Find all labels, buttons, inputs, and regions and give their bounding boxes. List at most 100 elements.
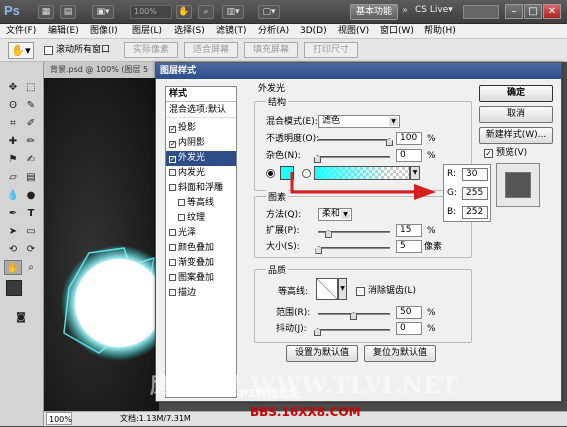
lasso-tool-icon[interactable]: ʘ (4, 98, 22, 113)
menu-view[interactable]: 视图(V) (338, 25, 369, 38)
print-size-button[interactable]: 打印尺寸 (304, 42, 358, 58)
menu-analysis[interactable]: 分析(A) (258, 25, 289, 38)
workspace-button[interactable]: 基本功能 (350, 4, 398, 20)
menu-file[interactable]: 文件(F) (6, 25, 36, 38)
menu-window[interactable]: 窗口(W) (380, 25, 414, 38)
zoom-level-select[interactable]: 100% (130, 5, 172, 19)
pen-tool-icon[interactable]: ✒ (4, 206, 22, 221)
type-tool-icon[interactable]: T (22, 206, 40, 221)
r-value[interactable]: 30 (462, 168, 488, 181)
technique-select[interactable]: 柔和 ▼ (318, 208, 352, 221)
gradient-tool-icon[interactable]: ▤ (22, 170, 40, 185)
style-item-inner-shadow[interactable]: ✓ 内阴影 (166, 136, 236, 151)
style-item-inner-glow[interactable]: 内发光 (166, 166, 236, 181)
zoom-field[interactable]: 100% (46, 412, 72, 425)
preview-checkbox[interactable]: ✓ (484, 149, 493, 158)
menu-select[interactable]: 选择(S) (174, 25, 205, 38)
opacity-slider[interactable] (318, 139, 390, 141)
3d-orbit-icon[interactable]: ⟳ (22, 242, 40, 257)
style-checkbox[interactable]: ✓ (169, 126, 176, 133)
shape-tool-icon[interactable]: ▭ (22, 224, 40, 239)
close-icon[interactable]: ✕ (543, 4, 561, 19)
styles-header[interactable]: 样式 (166, 87, 236, 102)
actual-pixels-button[interactable]: 实际像素 (124, 42, 178, 58)
make-default-button[interactable]: 设置为默认值 (286, 345, 358, 362)
reset-default-button[interactable]: 复位为默认值 (364, 345, 436, 362)
dodge-tool-icon[interactable]: ● (22, 188, 40, 203)
bridge-icon[interactable]: ▦ (38, 5, 54, 19)
cs-live-menu[interactable]: CS Live▾ (415, 5, 453, 15)
style-checkbox[interactable] (169, 169, 176, 176)
style-checkbox[interactable] (169, 229, 176, 236)
blending-options-item[interactable]: 混合选项:默认 (166, 103, 236, 118)
hand-tool-icon[interactable]: ✋ (176, 5, 192, 19)
style-checkbox[interactable] (169, 244, 176, 251)
history-brush-icon[interactable]: ✍ (22, 152, 40, 167)
style-item-bevel-emboss[interactable]: 斜面和浮雕 (166, 181, 236, 196)
eraser-tool-icon[interactable]: ▱ (4, 170, 22, 185)
document-canvas[interactable] (44, 78, 159, 411)
style-item-pattern-overlay[interactable]: 图案叠加 (166, 271, 236, 286)
b-value[interactable]: 252 (462, 206, 488, 219)
menu-image[interactable]: 图像(I) (90, 25, 118, 38)
scroll-all-windows-checkbox[interactable] (44, 46, 53, 55)
crop-tool-icon[interactable]: ⌗ (4, 116, 22, 131)
search-input[interactable] (463, 5, 499, 19)
workspace-chevron-icon[interactable]: » (402, 5, 408, 16)
quick-select-tool-icon[interactable]: ✎ (22, 98, 40, 113)
style-checkbox[interactable]: ✓ (169, 156, 176, 163)
fit-screen-button[interactable]: 适合屏幕 (184, 42, 238, 58)
new-style-button[interactable]: 新建样式(W)... (479, 127, 553, 144)
chevron-down-icon[interactable]: ▼ (338, 278, 347, 300)
jitter-input[interactable]: 0 (396, 322, 422, 335)
style-item-texture[interactable]: 纹理 (166, 211, 236, 226)
style-item-satin[interactable]: 光泽 (166, 226, 236, 241)
style-checkbox[interactable] (169, 184, 176, 191)
path-select-icon[interactable]: ➤ (4, 224, 22, 239)
healing-brush-icon[interactable]: ✚ (4, 134, 22, 149)
size-slider[interactable] (318, 247, 390, 249)
marquee-tool-icon[interactable]: ⬚ (22, 80, 40, 95)
foreground-color-swatch[interactable] (6, 280, 22, 296)
screen-mode-icon[interactable]: ▢▾ (258, 5, 280, 19)
eyedropper-tool-icon[interactable]: ✐ (22, 116, 40, 131)
ok-button[interactable]: 确定 (479, 85, 553, 102)
style-item-gradient-overlay[interactable]: 渐变叠加 (166, 256, 236, 271)
arrange-documents-icon[interactable]: ▥▾ (222, 5, 244, 19)
style-checkbox[interactable] (178, 214, 185, 221)
zoom-tool-icon[interactable]: ⌕ (22, 260, 40, 275)
style-item-stroke[interactable]: 描边 (166, 286, 236, 301)
document-tab[interactable]: 背景.psd @ 100% (图层 5 (44, 62, 156, 78)
hand-tool-icon[interactable]: ✋ (4, 260, 22, 275)
style-item-outer-glow[interactable]: ✓ 外发光 (166, 151, 236, 166)
spread-input[interactable]: 15 (396, 224, 422, 237)
minibridge-icon[interactable]: ▤ (60, 5, 76, 19)
style-checkbox[interactable] (178, 199, 185, 206)
size-input[interactable]: 5 (396, 240, 422, 253)
cancel-button[interactable]: 取消 (479, 106, 553, 123)
menu-layer[interactable]: 图层(L) (132, 25, 162, 38)
jitter-slider[interactable] (318, 329, 390, 331)
noise-slider[interactable] (318, 156, 390, 158)
brush-tool-icon[interactable]: ✏ (22, 134, 40, 149)
3d-rotate-icon[interactable]: ⟲ (4, 242, 22, 257)
maximize-icon[interactable]: □ (524, 4, 542, 19)
quick-mask-icon[interactable]: ◙ (12, 310, 30, 325)
style-item-color-overlay[interactable]: 颜色叠加 (166, 241, 236, 256)
menu-edit[interactable]: 编辑(E) (48, 25, 79, 38)
range-input[interactable]: 50 (396, 306, 422, 319)
fill-screen-button[interactable]: 填充屏幕 (244, 42, 298, 58)
noise-input[interactable]: 0 (396, 149, 422, 162)
menu-filter[interactable]: 滤镜(T) (216, 25, 247, 38)
style-checkbox[interactable] (169, 289, 176, 296)
contour-preview[interactable] (316, 278, 338, 300)
zoom-tool-icon[interactable]: ⌕ (198, 5, 214, 19)
blur-tool-icon[interactable]: 💧 (4, 188, 22, 203)
antialias-checkbox[interactable] (356, 287, 365, 296)
menu-help[interactable]: 帮助(H) (424, 25, 456, 38)
g-value[interactable]: 255 (462, 187, 488, 200)
style-checkbox[interactable] (169, 259, 176, 266)
clone-stamp-icon[interactable]: ⚑ (4, 152, 22, 167)
opacity-input[interactable]: 100 (396, 132, 422, 145)
style-item-drop-shadow[interactable]: ✓ 投影 (166, 121, 236, 136)
